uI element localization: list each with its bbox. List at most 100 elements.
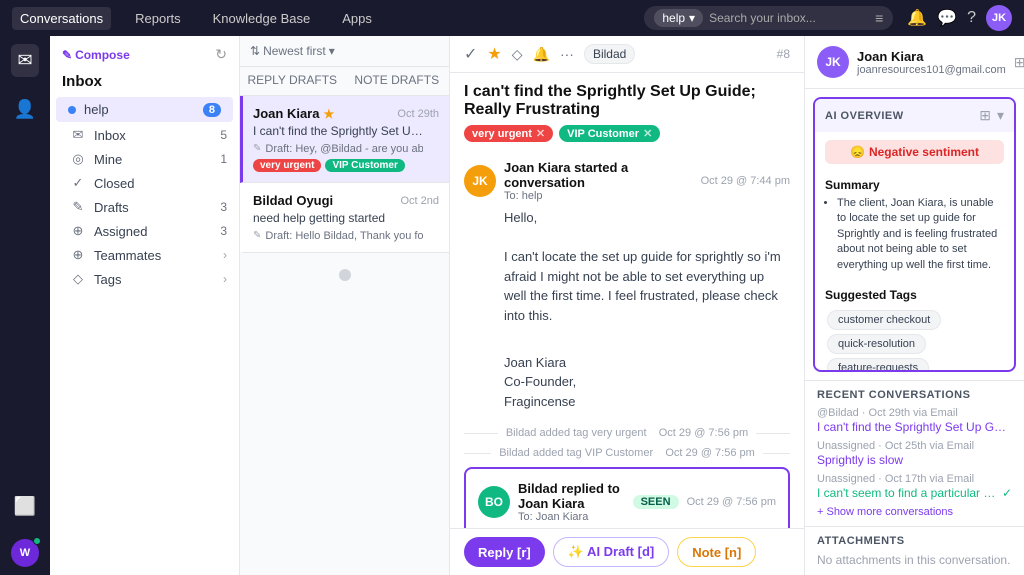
ai-draft-button[interactable]: ✨ AI Draft [d] bbox=[553, 537, 669, 567]
conv-footer: Reply [r] ✨ AI Draft [d] Note [n] bbox=[450, 528, 804, 575]
message-sender-0: Joan Kiara started a conversation bbox=[504, 160, 693, 190]
conv-item-date-0: Oct 29th bbox=[397, 108, 439, 120]
check-button[interactable]: ✓ bbox=[464, 44, 477, 64]
attachments-section: ATTACHMENTS No attachments in this conve… bbox=[805, 526, 1024, 575]
ai-overview-header: AI OVERVIEW ⊞ ▾ bbox=[815, 99, 1014, 132]
conv-item-0[interactable]: Joan Kiara ★ Oct 29th I can't find the S… bbox=[240, 96, 449, 183]
ai-more-icon[interactable]: ⊞ bbox=[979, 107, 991, 124]
tab-note-drafts[interactable]: NOTE DRAFTS bbox=[345, 67, 450, 95]
messages-area: JK Joan Kiara started a conversation To:… bbox=[450, 150, 804, 528]
conv-item-preview-0: ✎ Draft: Hey, @Bildad - are you abl... 2 bbox=[253, 142, 423, 155]
compose-button[interactable]: ✎ Compose bbox=[62, 48, 130, 62]
tab-reply-drafts[interactable]: REPLY DRAFTS bbox=[240, 67, 345, 95]
conv-item-preview-1: ✎ Draft: Hello Bildad, Thank you fo... 8 bbox=[253, 229, 423, 242]
help-icon[interactable]: ? bbox=[967, 9, 976, 27]
search-input[interactable] bbox=[709, 11, 869, 25]
contact-actions: ⊞ ⊡ bbox=[1014, 54, 1024, 71]
conv-tabs: REPLY DRAFTS NOTE DRAFTS bbox=[240, 67, 449, 96]
conv-item-1[interactable]: Bildad Oyugi Oct 2nd need help getting s… bbox=[240, 183, 449, 253]
tag-vip-0: VIP Customer bbox=[325, 159, 404, 172]
inbox-sub-teammates[interactable]: ⊕ Teammates › bbox=[50, 243, 239, 267]
attachments-title: ATTACHMENTS bbox=[817, 535, 1012, 547]
inbox-sub-icon-assigned: ⊕ bbox=[70, 223, 86, 239]
show-more-conversations[interactable]: + Show more conversations bbox=[817, 506, 1012, 518]
suggested-tag-2[interactable]: feature-requests bbox=[827, 358, 929, 372]
suggested-tag-0[interactable]: customer checkout bbox=[827, 310, 941, 330]
tag-button[interactable]: ◇ bbox=[512, 46, 523, 63]
conv-item-subject-0: I can't find the Sprightly Set Up... bbox=[253, 124, 423, 138]
recent-link-2[interactable]: I can't seem to find a particular featur… bbox=[817, 486, 998, 500]
nav-knowledge-base[interactable]: Knowledge Base bbox=[205, 7, 319, 30]
conversation-list: ⇅ Newest first ▾ REPLY DRAFTS NOTE DRAFT… bbox=[240, 36, 450, 575]
inbox-refresh-icon[interactable]: ↻ bbox=[215, 46, 227, 63]
inbox-sub-icon-mine: ◎ bbox=[70, 151, 86, 167]
inbox-sub-icon-inbox: ✉ bbox=[70, 127, 86, 143]
inbox-sub-mine[interactable]: ◎ Mine 1 bbox=[50, 147, 239, 171]
reply-header: BO Bildad replied to Joan Kiara To: Joan… bbox=[478, 481, 776, 523]
inbox-sub-closed[interactable]: ✓ Closed bbox=[50, 171, 239, 195]
star-button[interactable]: ★ bbox=[487, 44, 501, 64]
workspace-avatar[interactable]: W bbox=[11, 539, 39, 567]
inbox-help-item[interactable]: help 8 bbox=[56, 97, 233, 122]
conv-item-date-1: Oct 2nd bbox=[400, 195, 439, 207]
chat-icon[interactable]: 💬 bbox=[937, 8, 957, 28]
help-badge[interactable]: help ▾ bbox=[654, 9, 703, 27]
inbox-help-count: 8 bbox=[203, 103, 221, 117]
sort-button[interactable]: ⇅ Newest first ▾ bbox=[250, 44, 335, 58]
event-0: Bildad added tag very urgent Oct 29 @ 7:… bbox=[464, 427, 790, 439]
user-avatar[interactable]: JK bbox=[986, 5, 1012, 31]
conversation-labels: very urgent ✕ VIP Customer ✕ bbox=[450, 125, 804, 150]
top-nav: Conversations Reports Knowledge Base App… bbox=[0, 0, 1024, 36]
nav-conversations[interactable]: Conversations bbox=[12, 7, 111, 30]
reply-sender: Bildad replied to Joan Kiara bbox=[518, 481, 625, 511]
inbox-sub-drafts[interactable]: ✎ Drafts 3 bbox=[50, 195, 239, 219]
remove-vip-label[interactable]: ✕ bbox=[643, 127, 652, 140]
conv-number: #8 bbox=[777, 47, 790, 61]
contact-name: Joan Kiara bbox=[857, 49, 1006, 64]
inbox-sub-assigned[interactable]: ⊕ Assigned 3 bbox=[50, 219, 239, 243]
inbox-sub-icon-closed: ✓ bbox=[70, 175, 86, 191]
summary-text: The client, Joan Kiara, is unable to loc… bbox=[825, 196, 1004, 273]
nav-apps[interactable]: Apps bbox=[334, 7, 380, 30]
conv-star-0[interactable]: ★ bbox=[323, 107, 334, 121]
more-button[interactable]: ··· bbox=[560, 46, 574, 62]
conv-header: ✓ ★ ◇ 🔔 ··· Bildad #8 bbox=[450, 36, 804, 73]
conv-item-header-1: Bildad Oyugi Oct 2nd bbox=[253, 193, 439, 208]
recent-meta-0: @Bildad · Oct 29th via Email bbox=[817, 407, 1012, 419]
sidebar-chat-icon[interactable]: ✉ bbox=[11, 44, 38, 77]
inbox-sub-tags[interactable]: ◇ Tags › bbox=[50, 267, 239, 291]
ai-overview-title: AI OVERVIEW bbox=[825, 110, 904, 122]
note-button[interactable]: Note [n] bbox=[677, 537, 756, 567]
ai-collapse-icon[interactable]: ▾ bbox=[997, 107, 1004, 124]
sidebar-bottom-icon[interactable]: ⬜ bbox=[8, 490, 42, 523]
bell-icon[interactable]: 🔔 bbox=[907, 8, 927, 28]
remove-urgent-label[interactable]: ✕ bbox=[536, 127, 545, 140]
summary-title: Summary bbox=[825, 178, 1004, 192]
message-body-0: Hello, I can't locate the set up guide f… bbox=[504, 208, 790, 411]
bell-button[interactable]: 🔔 bbox=[533, 46, 550, 63]
recent-conversations-title: RECENT CONVERSATIONS bbox=[817, 389, 1012, 401]
reply-to: To: Joan Kiara bbox=[518, 511, 625, 523]
message-to-0: To: help bbox=[504, 190, 693, 202]
contact-settings-icon[interactable]: ⊞ bbox=[1014, 54, 1024, 71]
nav-reports[interactable]: Reports bbox=[127, 7, 189, 30]
label-very-urgent: very urgent ✕ bbox=[464, 125, 553, 142]
reply-block: BO Bildad replied to Joan Kiara To: Joan… bbox=[464, 467, 790, 528]
inbox-title: Inbox bbox=[62, 73, 102, 90]
header-actions: ✓ ★ ◇ 🔔 ··· Bildad bbox=[464, 44, 635, 64]
inbox-sub-inbox[interactable]: ✉ Inbox 5 bbox=[50, 123, 239, 147]
label-vip-customer: VIP Customer ✕ bbox=[559, 125, 660, 142]
sidebar-contacts-icon[interactable]: 👤 bbox=[8, 93, 42, 126]
recent-link-0[interactable]: I can't find the Sprightly Set Up Guide;… bbox=[817, 420, 1007, 434]
recent-link-1[interactable]: Sprightly is slow bbox=[817, 453, 1007, 467]
no-attachments-text: No attachments in this conversation. bbox=[817, 553, 1012, 567]
help-dot bbox=[68, 106, 76, 114]
suggested-tag-1[interactable]: quick-resolution bbox=[827, 334, 926, 354]
reply-button[interactable]: Reply [r] bbox=[464, 537, 545, 567]
summary-section: Summary The client, Joan Kiara, is unabl… bbox=[815, 172, 1014, 282]
filter-icon[interactable]: ≡ bbox=[875, 10, 883, 26]
inbox-help-label: help bbox=[84, 102, 195, 117]
message-info-0: Joan Kiara started a conversation To: he… bbox=[504, 160, 693, 202]
main-layout: ✉ 👤 ⬜ W ✎ Compose ↻ Inbox help 8 ✉ Inbox bbox=[0, 36, 1024, 575]
message-signature: Joan KiaraCo-Founder,Fragincense bbox=[504, 353, 790, 412]
